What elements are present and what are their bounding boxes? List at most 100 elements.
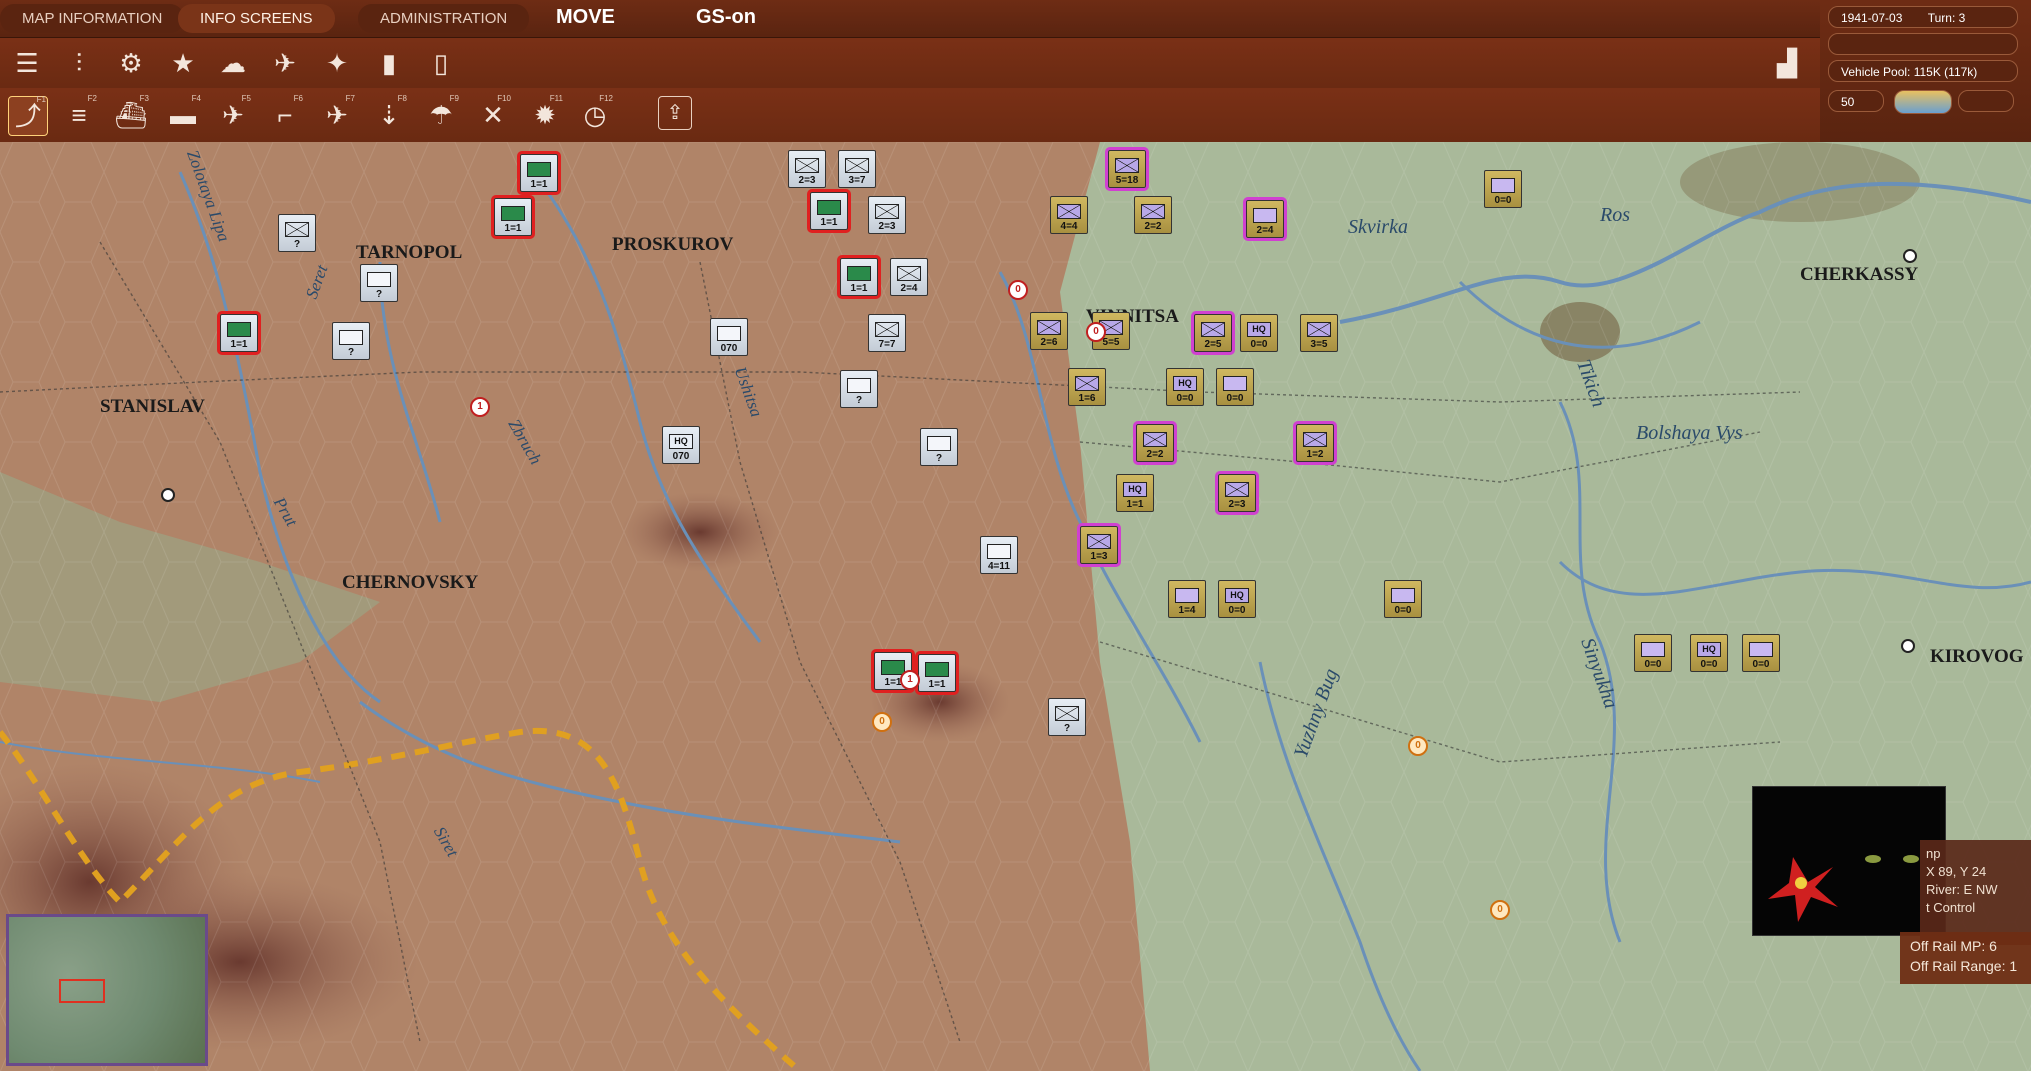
- upload-icon[interactable]: ⇪: [658, 96, 692, 130]
- explosion-icon[interactable]: ✹ F11: [526, 94, 564, 134]
- unit-counter-german-hq[interactable]: HQ 0=0: [1690, 634, 1728, 672]
- stats-icon[interactable]: ▟: [1768, 44, 1806, 82]
- gear-icon[interactable]: ⚙: [112, 44, 150, 82]
- unit-strength-label: ?: [347, 347, 355, 358]
- sliders-icon[interactable]: ⫶: [60, 44, 98, 82]
- unit-counter-german-infantry[interactable]: 4=4: [1050, 196, 1088, 234]
- weather-indicator[interactable]: [1894, 90, 1952, 114]
- unit-counter-german-unknown[interactable]: 0=0: [1484, 170, 1522, 208]
- weather-icon[interactable]: ☁: [214, 44, 252, 82]
- unit-counter-soviet-armor[interactable]: 1=1: [807, 189, 851, 233]
- unit-counter-soviet-armor[interactable]: 1=1: [915, 651, 959, 695]
- infantry-symbol-icon: [1037, 320, 1061, 335]
- unit-counter-german-infantry[interactable]: 1=6: [1068, 368, 1106, 406]
- layers-icon[interactable]: ☰: [8, 44, 46, 82]
- path-icon[interactable]: ⤴ F1: [8, 95, 48, 136]
- rail-icon[interactable]: ≡ F2: [60, 94, 98, 134]
- unit-counter-soviet-unknown[interactable]: 4=11: [980, 536, 1018, 574]
- unit-counter-soviet-infantry[interactable]: 3=7: [838, 150, 876, 188]
- unit-counter-soviet-infantry[interactable]: ?: [278, 214, 316, 252]
- unit-counter-soviet-armor[interactable]: 1=1: [837, 255, 881, 299]
- unit-counter-soviet-armor[interactable]: 1=1: [491, 195, 535, 239]
- armor-symbol-icon: [847, 266, 871, 281]
- unit-counter-soviet-infantry[interactable]: 2=3: [868, 196, 906, 234]
- gs-toggle-button[interactable]: GS-on: [696, 6, 756, 29]
- unknown-symbol-icon: [367, 272, 391, 287]
- river-ros: Ros: [1600, 204, 1630, 226]
- unit-counter-german-hq[interactable]: HQ 0=0: [1166, 368, 1204, 406]
- move-mode-button[interactable]: MOVE: [556, 6, 615, 29]
- minimap-terrain: [9, 917, 205, 1063]
- empty-status-box: [1828, 33, 2018, 55]
- tab-info-screens[interactable]: INFO SCREENS: [178, 4, 335, 33]
- unit-marker[interactable]: 0: [872, 712, 892, 732]
- unit-counter-german-hq[interactable]: HQ 1=1: [1116, 474, 1154, 512]
- unknown-symbol-icon: [1641, 642, 1665, 657]
- top-menu-bar: MAP INFORMATION INFO SCREENS ADMINISTRAT…: [0, 0, 1820, 38]
- unit-strength-label: 0=0: [1228, 605, 1246, 616]
- air-transfer-icon[interactable]: ✈ F5: [214, 94, 252, 134]
- city-proskurov: PROSKUROV: [612, 234, 734, 255]
- unit-counter-soviet-armor[interactable]: 1=1: [217, 311, 261, 355]
- unit-counter-soviet-unknown[interactable]: ?: [920, 428, 958, 466]
- unit-strength-label: 2=4: [1256, 225, 1274, 236]
- unit-counter-soviet-infantry[interactable]: 7=7: [868, 314, 906, 352]
- landing-craft-icon[interactable]: ▬ F4: [164, 94, 202, 134]
- unit-counter-german-infantry[interactable]: 2=6: [1030, 312, 1068, 350]
- unit-counter-soviet-infantry[interactable]: ?: [1048, 698, 1086, 736]
- unit-marker[interactable]: 0: [1008, 280, 1028, 300]
- armor-symbol-icon: [527, 162, 551, 177]
- satellite-icon[interactable]: ✦: [318, 44, 356, 82]
- unit-counter-german-unknown[interactable]: 0=0: [1742, 634, 1780, 672]
- ship-icon[interactable]: ⛴ F3: [112, 94, 150, 134]
- unit-counter-soviet-infantry[interactable]: 2=4: [890, 258, 928, 296]
- unit-counter-german-infantry[interactable]: 1=2: [1293, 421, 1337, 465]
- interdiction-icon[interactable]: ✕ F10: [474, 94, 512, 134]
- unit-counter-german-unknown[interactable]: 1=4: [1168, 580, 1206, 618]
- minimap[interactable]: [6, 914, 208, 1066]
- infantry-symbol-icon: [875, 322, 899, 337]
- tab-map-information[interactable]: MAP INFORMATION: [0, 4, 185, 33]
- unit-strength-label: 2=4: [900, 283, 918, 294]
- star-icon[interactable]: ★: [164, 44, 202, 82]
- unit-counter-german-hq[interactable]: HQ 0=0: [1218, 580, 1256, 618]
- unit-counter-german-hq[interactable]: HQ 0=0: [1240, 314, 1278, 352]
- fuel-icon[interactable]: ▮: [370, 44, 408, 82]
- unit-counter-german-infantry[interactable]: 2=2: [1134, 196, 1172, 234]
- unit-marker[interactable]: 0: [1490, 900, 1510, 920]
- unit-marker[interactable]: 1: [470, 397, 490, 417]
- unit-counter-german-unknown[interactable]: 2=4: [1243, 197, 1287, 241]
- unit-marker[interactable]: 1: [900, 670, 920, 690]
- bomb-icon[interactable]: ⇣ F8: [370, 94, 408, 134]
- unit-counter-soviet-hq[interactable]: HQ 070: [662, 426, 700, 464]
- tab-administration[interactable]: ADMINISTRATION: [358, 4, 530, 33]
- unit-counter-soviet-unknown[interactable]: ?: [840, 370, 878, 408]
- hotkey-label: F12: [599, 94, 613, 103]
- paradrop-icon[interactable]: ☂ F9: [422, 94, 460, 134]
- unit-counter-german-infantry[interactable]: 5=18: [1105, 147, 1149, 191]
- unit-counter-soviet-armor[interactable]: 1=1: [517, 151, 561, 195]
- airbase-icon[interactable]: ⌐ F6: [266, 94, 304, 134]
- unit-strength-label: 3=5: [1310, 339, 1328, 350]
- value-label: 50: [1841, 95, 1855, 109]
- unit-marker[interactable]: 0: [1086, 322, 1106, 342]
- unit-counter-soviet-unknown[interactable]: 070: [710, 318, 748, 356]
- game-map[interactable]: TARNOPOL PROSKUROV VINNITSA STANISLAV CH…: [0, 142, 2031, 1071]
- unit-counter-german-infantry[interactable]: 2=5: [1191, 311, 1235, 355]
- minimap-viewport[interactable]: [59, 979, 105, 1003]
- unit-marker[interactable]: 0: [1408, 736, 1428, 756]
- unit-counter-german-infantry[interactable]: 2=2: [1133, 421, 1177, 465]
- unit-counter-german-unknown[interactable]: 0=0: [1216, 368, 1254, 406]
- air-recon-icon[interactable]: ✈: [266, 44, 304, 82]
- phone-icon[interactable]: ▯: [422, 44, 460, 82]
- unit-counter-german-infantry[interactable]: 1=3: [1077, 523, 1121, 567]
- unit-counter-soviet-infantry[interactable]: 2=3: [788, 150, 826, 188]
- unit-counter-soviet-unknown[interactable]: ?: [332, 322, 370, 360]
- air-attack-icon[interactable]: ✈ F7: [318, 94, 356, 134]
- unit-counter-german-infantry[interactable]: 2=3: [1215, 471, 1259, 515]
- unit-counter-german-unknown[interactable]: 0=0: [1634, 634, 1672, 672]
- unit-counter-soviet-unknown[interactable]: ?: [360, 264, 398, 302]
- unit-counter-german-infantry[interactable]: 3=5: [1300, 314, 1338, 352]
- unit-counter-german-unknown[interactable]: 0=0: [1384, 580, 1422, 618]
- recon-icon[interactable]: ◷ F12: [576, 94, 614, 134]
